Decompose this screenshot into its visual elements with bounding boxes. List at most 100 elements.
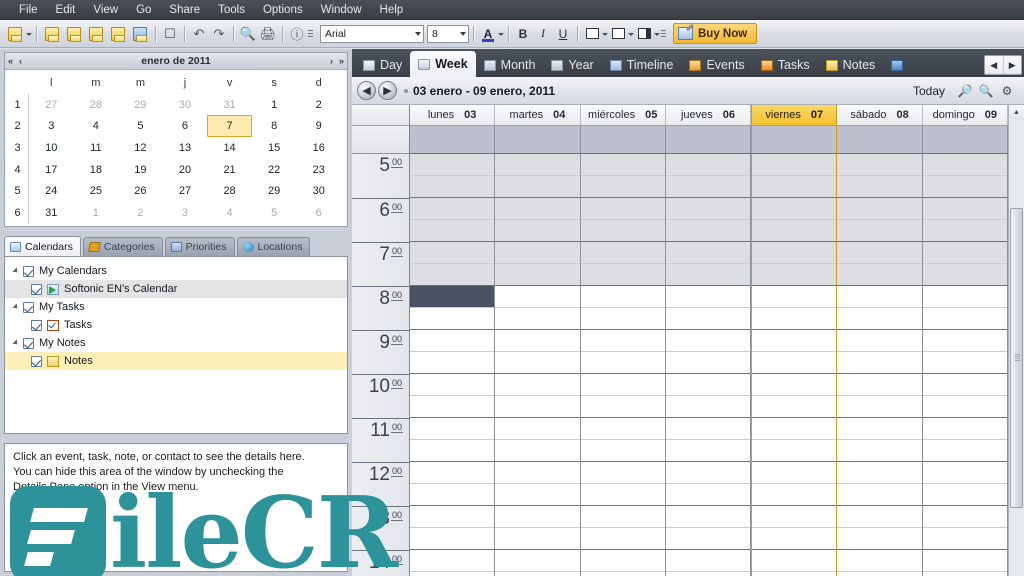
all-day-cell[interactable]: [495, 126, 581, 153]
time-slot[interactable]: [752, 286, 837, 308]
cut-icon[interactable]: ☐: [160, 24, 180, 44]
time-slot[interactable]: [410, 308, 495, 330]
time-slot-selected[interactable]: [410, 286, 495, 308]
mini-calendar-day[interactable]: 27: [163, 181, 208, 203]
time-slot[interactable]: [665, 176, 751, 198]
mini-calendar-week-number[interactable]: 2: [7, 115, 29, 138]
time-slot[interactable]: [410, 176, 495, 198]
time-slot[interactable]: [922, 352, 1007, 374]
day-column[interactable]: [665, 154, 752, 576]
time-slot[interactable]: [752, 374, 837, 396]
mini-calendar-day[interactable]: 31: [29, 202, 74, 224]
time-slot[interactable]: [495, 396, 580, 418]
mini-calendar-day[interactable]: 3: [29, 115, 74, 137]
time-slot[interactable]: [410, 220, 495, 242]
tree-item-tasks[interactable]: Tasks: [5, 316, 347, 334]
time-slot[interactable]: [922, 418, 1007, 440]
new-task-icon[interactable]: [42, 24, 62, 44]
time-slot[interactable]: [410, 352, 495, 374]
bold-button[interactable]: B: [514, 25, 532, 43]
tab-locations[interactable]: Locations: [236, 237, 311, 256]
mini-calendar-day[interactable]: 9: [296, 115, 341, 137]
time-slot[interactable]: [837, 352, 922, 374]
time-slot[interactable]: [837, 462, 922, 484]
checkbox-my-tasks[interactable]: [23, 301, 34, 313]
time-slot[interactable]: [922, 264, 1007, 286]
time-slot[interactable]: [837, 550, 922, 572]
time-slot[interactable]: [665, 286, 751, 308]
time-slot[interactable]: [665, 550, 751, 572]
mini-calendar-day[interactable]: 22: [252, 159, 297, 181]
expand-arrow-icon[interactable]: [11, 301, 21, 313]
time-slot[interactable]: [752, 528, 837, 550]
time-slot[interactable]: [580, 308, 665, 330]
mini-calendar-day[interactable]: 4: [74, 115, 119, 137]
time-slot[interactable]: [665, 242, 751, 264]
time-slot[interactable]: [752, 462, 837, 484]
time-slot[interactable]: [410, 462, 495, 484]
prev-year-button[interactable]: «: [5, 53, 16, 69]
time-slot[interactable]: [495, 198, 580, 220]
mini-calendar-day[interactable]: 25: [74, 181, 119, 203]
time-slot[interactable]: [580, 418, 665, 440]
time-slot[interactable]: [665, 462, 751, 484]
expand-arrow-icon[interactable]: [11, 265, 21, 277]
time-slot[interactable]: [410, 264, 495, 286]
time-slot[interactable]: [752, 352, 837, 374]
time-slot[interactable]: [495, 484, 580, 506]
tab-categories[interactable]: Categories: [82, 237, 163, 256]
mini-calendar-day[interactable]: 2: [296, 94, 341, 116]
mini-calendar-day[interactable]: 10: [29, 137, 74, 159]
mini-calendar-week-number[interactable]: 3: [7, 137, 29, 159]
menu-item-file[interactable]: File: [10, 0, 47, 20]
time-slot[interactable]: [837, 484, 922, 506]
time-slot[interactable]: [495, 242, 580, 264]
all-day-row[interactable]: [410, 126, 1008, 154]
time-slot[interactable]: [837, 308, 922, 330]
time-slot[interactable]: [665, 374, 751, 396]
day-header[interactable]: martes 04: [495, 105, 581, 125]
checkbox-my-calendars[interactable]: [23, 265, 34, 277]
tree-item-softonic-calendar[interactable]: Softonic EN's Calendar: [5, 280, 347, 298]
gear-icon[interactable]: ⚙: [998, 82, 1016, 100]
menu-item-tools[interactable]: Tools: [209, 0, 254, 20]
time-slot[interactable]: [495, 308, 580, 330]
day-column[interactable]: [837, 154, 923, 576]
time-slots-area[interactable]: [410, 154, 1008, 576]
time-slot[interactable]: [580, 484, 665, 506]
all-day-cell[interactable]: [923, 126, 1008, 153]
mini-calendar-selected-day[interactable]: 7: [207, 115, 252, 138]
time-slot[interactable]: [922, 572, 1007, 576]
time-slot[interactable]: [495, 176, 580, 198]
time-slot[interactable]: [837, 418, 922, 440]
fill-color-button[interactable]: [583, 25, 601, 43]
day-column[interactable]: [410, 154, 496, 576]
font-color-dropdown-icon[interactable]: [498, 25, 504, 43]
undo-icon[interactable]: ↶: [189, 24, 209, 44]
scrollbar-track[interactable]: [1009, 120, 1024, 576]
time-slot[interactable]: [922, 528, 1007, 550]
time-slot[interactable]: [495, 572, 580, 576]
tab-notes[interactable]: Notes: [818, 53, 884, 77]
time-slot[interactable]: [665, 330, 751, 352]
calendars-tree[interactable]: My Calendars Softonic EN's Calendar My T…: [4, 256, 348, 434]
day-column[interactable]: [922, 154, 1008, 576]
time-slot[interactable]: [837, 198, 922, 220]
font-size-select[interactable]: 8: [427, 24, 469, 43]
toolbar-grip[interactable]: [307, 25, 314, 43]
tab-priorities[interactable]: Priorities: [164, 237, 235, 256]
day-header[interactable]: sábado 08: [837, 105, 923, 125]
time-slot[interactable]: [665, 154, 751, 176]
italic-button[interactable]: I: [534, 25, 552, 43]
time-slot[interactable]: [837, 572, 922, 576]
time-slot[interactable]: [580, 462, 665, 484]
mini-calendar-day[interactable]: 15: [252, 137, 297, 159]
mini-calendar-day[interactable]: 31: [207, 94, 252, 116]
time-slot[interactable]: [922, 176, 1007, 198]
time-slot[interactable]: [922, 286, 1007, 308]
tab-day[interactable]: Day: [355, 53, 410, 77]
checkbox-tasks[interactable]: [31, 319, 42, 331]
mini-calendar-grid[interactable]: l m m j v s d 1 27 28 29 30 31 1 2 2 3 4 5 6 7 8 9 3 10 11 12 13 14 1…: [5, 70, 347, 226]
time-slot[interactable]: [665, 264, 751, 286]
time-slot[interactable]: [580, 528, 665, 550]
